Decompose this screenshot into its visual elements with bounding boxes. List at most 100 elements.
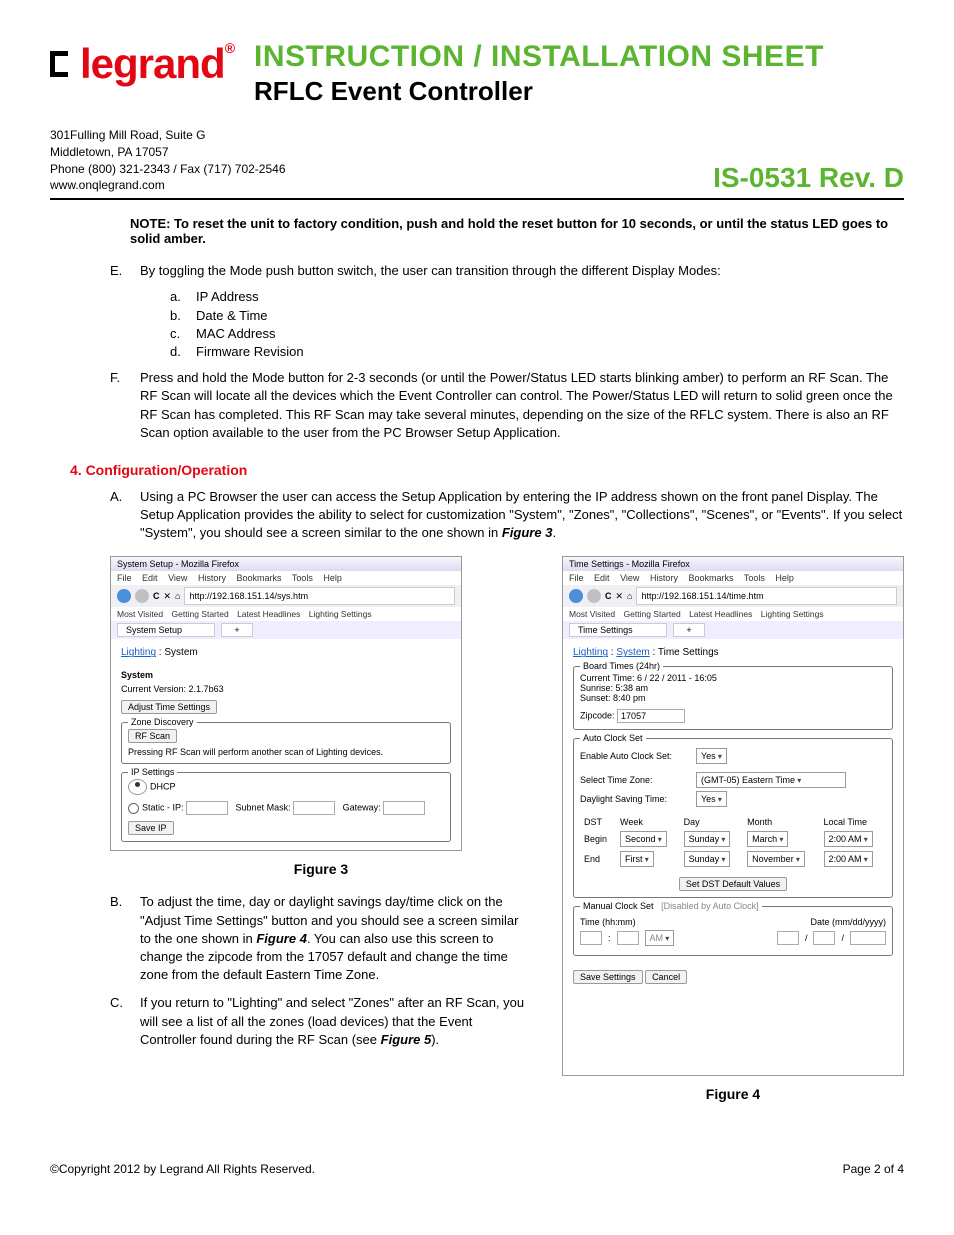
list-marker: B. (110, 893, 140, 984)
week-select[interactable]: First (620, 851, 654, 867)
dst-select[interactable]: Yes (696, 791, 727, 807)
new-tab[interactable]: + (673, 623, 705, 637)
menu-item[interactable]: History (650, 573, 678, 583)
ampm-select[interactable]: AM (645, 930, 675, 946)
bookmark[interactable]: Most Visited (117, 609, 163, 619)
panel-title: IP Settings (128, 767, 177, 777)
bookmark[interactable]: Getting Started (624, 609, 681, 619)
back-icon[interactable] (569, 589, 583, 603)
rf-scan-note: Pressing RF Scan will perform another sc… (128, 747, 444, 757)
dst-hdr: Day (680, 815, 744, 829)
address-line: 301Fulling Mill Road, Suite G (50, 127, 286, 144)
adjust-time-button[interactable]: Adjust Time Settings (121, 700, 217, 714)
menu-item[interactable]: Tools (292, 573, 313, 583)
bookmark[interactable]: Lighting Settings (309, 609, 372, 619)
stop-icon[interactable]: ✕ (616, 591, 624, 602)
window-title: System Setup - Mozilla Firefox (111, 557, 461, 571)
day-select[interactable]: Sunday (684, 831, 731, 847)
breadcrumb-current: Time Settings (658, 647, 719, 658)
dst-row-label: Begin (580, 829, 616, 849)
dhcp-radio[interactable] (128, 779, 147, 795)
item-b-text: To adjust the time, day or daylight savi… (140, 893, 532, 984)
tz-select[interactable]: (GMT-05) Eastern Time (696, 772, 846, 788)
menu-item[interactable]: Tools (744, 573, 765, 583)
sunset: Sunset: 8:40 pm (580, 693, 886, 703)
static-radio[interactable] (128, 803, 139, 814)
bookmark[interactable]: Latest Headlines (689, 609, 752, 619)
reload-icon[interactable]: C (153, 591, 160, 601)
reload-icon[interactable]: C (605, 591, 612, 601)
menu-item[interactable]: Help (323, 573, 342, 583)
menu-item[interactable]: Edit (594, 573, 610, 583)
breadcrumb-link[interactable]: Lighting (121, 647, 156, 658)
sub-marker: d. (170, 343, 196, 361)
item-f-text: Press and hold the Mode button for 2-3 s… (140, 369, 904, 442)
week-select[interactable]: Second (620, 831, 667, 847)
bookmark[interactable]: Getting Started (172, 609, 229, 619)
bookmark[interactable]: Most Visited (569, 609, 615, 619)
stop-icon[interactable]: ✕ (164, 591, 172, 602)
save-ip-button[interactable]: Save IP (128, 821, 174, 835)
list-marker: C. (110, 994, 140, 1049)
month-select[interactable]: November (747, 851, 805, 867)
url-bar[interactable]: http://192.168.151.14/time.htm (636, 587, 897, 605)
section-heading: 4. Configuration/Operation (70, 462, 904, 478)
mm-input[interactable] (777, 931, 799, 945)
rf-scan-button[interactable]: RF Scan (128, 729, 177, 743)
menu-item[interactable]: File (117, 573, 132, 583)
forward-icon[interactable] (135, 589, 149, 603)
day-select[interactable]: Sunday (684, 851, 731, 867)
sub-text: Firmware Revision (196, 343, 304, 361)
dst-hdr: DST (580, 815, 616, 829)
doc-title: INSTRUCTION / INSTALLATION SHEET (254, 40, 904, 74)
min-input[interactable] (617, 931, 639, 945)
new-tab[interactable]: + (221, 623, 253, 637)
menu-item[interactable]: File (569, 573, 584, 583)
ip-input[interactable] (186, 801, 228, 815)
yyyy-input[interactable] (850, 931, 886, 945)
time-select[interactable]: 2:00 AM (824, 851, 873, 867)
menu-item[interactable]: View (620, 573, 639, 583)
menu-item[interactable]: Bookmarks (236, 573, 281, 583)
zip-input[interactable]: 17057 (617, 709, 685, 723)
enable-auto-label: Enable Auto Clock Set: (580, 751, 690, 761)
enable-auto-select[interactable]: Yes (696, 748, 727, 764)
back-icon[interactable] (117, 589, 131, 603)
figure3-screenshot: System Setup - Mozilla Firefox File Edit… (110, 556, 462, 851)
subnet-input[interactable] (293, 801, 335, 815)
menu-item[interactable]: History (198, 573, 226, 583)
logo-text: legrand® (80, 40, 234, 88)
breadcrumb-link[interactable]: Lighting (573, 647, 608, 658)
menu-item[interactable]: Edit (142, 573, 158, 583)
save-settings-button[interactable]: Save Settings (573, 970, 643, 984)
gateway-input[interactable] (383, 801, 425, 815)
hour-input[interactable] (580, 931, 602, 945)
bookmark[interactable]: Latest Headlines (237, 609, 300, 619)
figure3-caption: Figure 3 (110, 861, 532, 877)
menu-item[interactable]: Help (775, 573, 794, 583)
item-e-text: By toggling the Mode push button switch,… (140, 262, 721, 280)
subnet-label: Subnet Mask: (236, 803, 291, 813)
revision: IS-0531 Rev. D (713, 162, 904, 194)
current-time: Current Time: 6 / 22 / 2011 - 16:05 (580, 673, 886, 683)
forward-icon[interactable] (587, 589, 601, 603)
menu-item[interactable]: Bookmarks (688, 573, 733, 583)
menu-item[interactable]: View (168, 573, 187, 583)
bookmark[interactable]: Lighting Settings (761, 609, 824, 619)
list-marker: F. (110, 369, 140, 442)
panel-title: Auto Clock Set (580, 733, 646, 743)
home-icon[interactable]: ⌂ (627, 591, 632, 601)
browser-tab[interactable]: System Setup (117, 623, 215, 637)
url-bar[interactable]: http://192.168.151.14/sys.htm (184, 587, 455, 605)
dd-input[interactable] (813, 931, 835, 945)
breadcrumb-link[interactable]: System (616, 647, 649, 658)
time-select[interactable]: 2:00 AM (824, 831, 873, 847)
browser-tab[interactable]: Time Settings (569, 623, 667, 637)
cancel-button[interactable]: Cancel (645, 970, 687, 984)
home-icon[interactable]: ⌂ (175, 591, 180, 601)
month-select[interactable]: March (747, 831, 788, 847)
set-dst-button[interactable]: Set DST Default Values (679, 877, 787, 891)
sub-text: Date & Time (196, 307, 268, 325)
dst-hdr: Month (743, 815, 819, 829)
panel-title: Board Times (24hr) (580, 661, 663, 671)
